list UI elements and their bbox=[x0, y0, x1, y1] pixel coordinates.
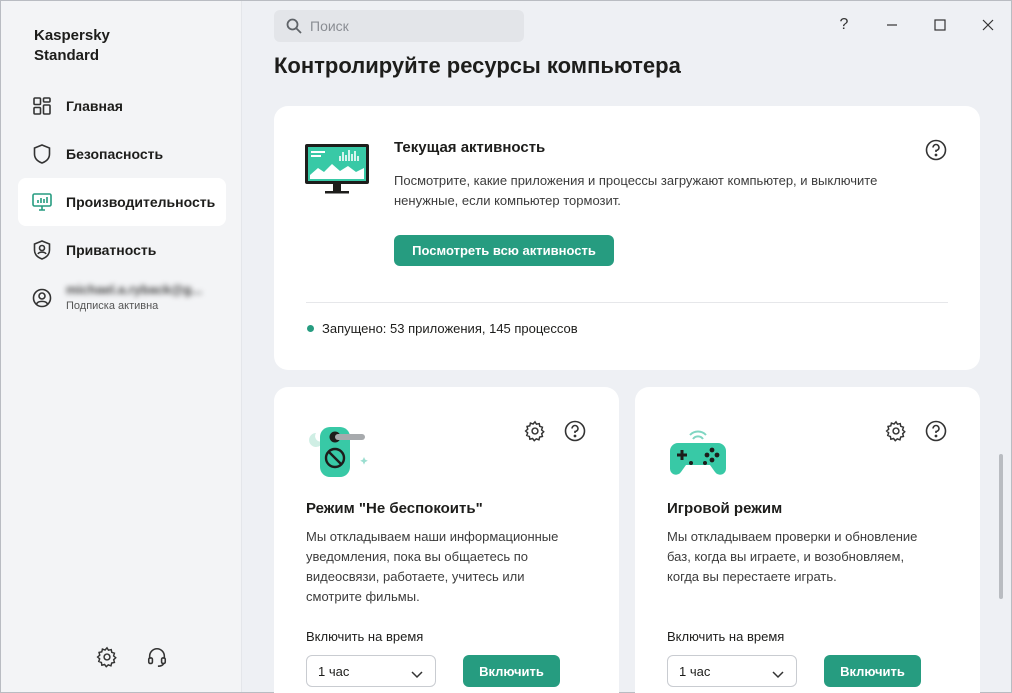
activity-card: Текущая активность Посмотрите, какие при… bbox=[274, 106, 980, 370]
sidebar-item-label: Приватность bbox=[66, 242, 157, 258]
divider bbox=[306, 302, 948, 303]
sidebar-bottom-actions bbox=[96, 646, 168, 668]
sidebar-item-performance[interactable]: Производительность bbox=[18, 178, 226, 226]
scrollbar[interactable] bbox=[999, 454, 1003, 599]
game-enable-button[interactable]: Включить bbox=[824, 655, 921, 687]
help-circle-icon[interactable] bbox=[564, 420, 586, 442]
page-title: Контролируйте ресурсы компьютера bbox=[274, 53, 681, 78]
game-mode-description: Мы откладываем проверки и обновление баз… bbox=[667, 529, 918, 584]
game-timer-label: Включить на время bbox=[667, 629, 785, 644]
help-button[interactable]: ? bbox=[832, 13, 856, 37]
app-window: Kaspersky Standard Главная Безопасность bbox=[0, 0, 1012, 693]
dnd-enable-button[interactable]: Включить bbox=[463, 655, 560, 687]
privacy-shield-icon bbox=[32, 240, 52, 260]
status-dot bbox=[307, 325, 314, 332]
dnd-title: Режим "Не беспокоить" bbox=[306, 500, 483, 517]
gamepad-illustration-icon bbox=[668, 423, 728, 482]
sidebar-item-label: Безопасность bbox=[66, 146, 164, 162]
monitor-illustration-icon bbox=[305, 142, 369, 201]
sidebar-item-account[interactable]: michael.a.ryback@g... Подписка активна bbox=[18, 274, 226, 322]
settings-gear-icon[interactable] bbox=[524, 420, 546, 442]
help-circle-icon[interactable] bbox=[925, 139, 947, 161]
help-circle-icon[interactable] bbox=[925, 420, 947, 442]
game-duration-select[interactable]: 1 час bbox=[667, 655, 797, 687]
game-mode-title: Игровой режим bbox=[667, 500, 783, 517]
headset-icon[interactable] bbox=[146, 646, 168, 668]
shield-icon bbox=[32, 144, 52, 164]
dashboard-icon bbox=[32, 96, 52, 116]
sidebar-item-privacy[interactable]: Приватность bbox=[18, 226, 226, 274]
search-input[interactable]: Поиск bbox=[274, 10, 524, 42]
close-icon[interactable] bbox=[976, 13, 1000, 37]
view-all-activity-button[interactable]: Посмотреть всю активность bbox=[394, 235, 614, 266]
activity-description: Посмотрите, какие приложения и процессы … bbox=[394, 173, 878, 208]
monitor-performance-icon bbox=[32, 192, 52, 212]
activity-status: Запущено: 53 приложения, 145 процессов bbox=[322, 321, 578, 336]
maximize-icon[interactable] bbox=[928, 13, 952, 37]
sidebar: Kaspersky Standard Главная Безопасность bbox=[1, 1, 242, 692]
sidebar-item-home[interactable]: Главная bbox=[18, 82, 226, 130]
dnd-timer-label: Включить на время bbox=[306, 629, 424, 644]
brand-title: Kaspersky Standard bbox=[34, 27, 110, 64]
sidebar-item-label: Главная bbox=[66, 98, 123, 114]
chevron-down-icon bbox=[772, 666, 784, 684]
subscription-status: Подписка активна bbox=[66, 300, 159, 312]
dnd-card: Режим "Не беспокоить" Мы откладываем наш… bbox=[274, 387, 619, 693]
sidebar-item-label: Производительность bbox=[66, 194, 216, 210]
activity-title: Текущая активность bbox=[394, 139, 546, 156]
search-placeholder: Поиск bbox=[310, 18, 349, 34]
sidebar-item-security[interactable]: Безопасность bbox=[18, 130, 226, 178]
chevron-down-icon bbox=[411, 666, 423, 684]
do-not-disturb-illustration-icon bbox=[307, 421, 369, 484]
gear-icon[interactable] bbox=[96, 646, 118, 668]
dnd-duration-select[interactable]: 1 час bbox=[306, 655, 436, 687]
minimize-icon[interactable] bbox=[880, 13, 904, 37]
search-icon bbox=[286, 18, 302, 39]
game-mode-card: Игровой режим Мы откладываем проверки и … bbox=[635, 387, 980, 693]
dnd-description: Мы откладываем наши информационные уведо… bbox=[306, 529, 559, 604]
account-name: michael.a.ryback@g... bbox=[66, 282, 203, 297]
settings-gear-icon[interactable] bbox=[885, 420, 907, 442]
user-icon bbox=[32, 288, 52, 308]
